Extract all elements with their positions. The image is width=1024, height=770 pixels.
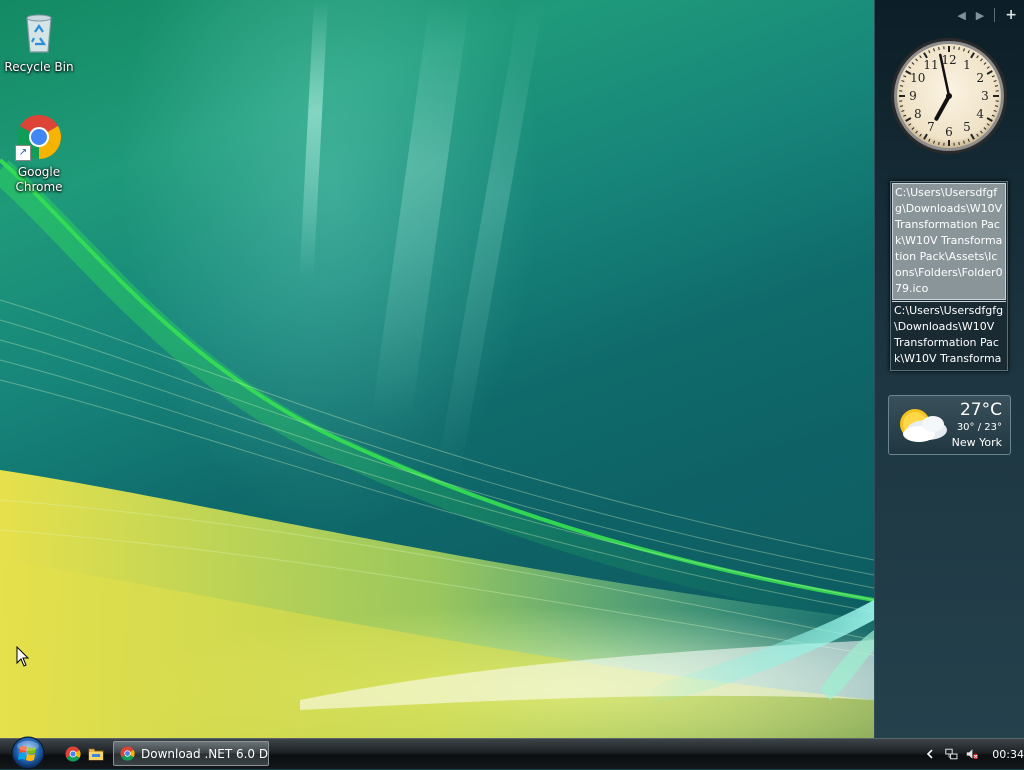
clock-numeral: 6	[945, 125, 953, 139]
clock-numeral: 4	[976, 107, 984, 121]
windows-sidebar: ◀ ▶ + 121234567891011 C:\Users\Usersdfgf…	[874, 0, 1024, 738]
chevron-left-icon[interactable]	[924, 746, 937, 762]
slideshow-gadget[interactable]: C:\Users\Usersdfgfg\Downloads\W10V Trans…	[890, 181, 1008, 371]
mouse-pointer-icon	[16, 646, 30, 668]
shortcut-arrow-icon: ↗	[15, 145, 31, 161]
wallpaper-aurora	[0, 0, 874, 738]
slideshow-path-selected: C:\Users\Usersdfgfg\Downloads\W10V Trans…	[892, 183, 1006, 300]
clock-numeral: 8	[914, 107, 922, 121]
desktop-icon-label: Google Chrome	[1, 165, 77, 195]
recycle-bin-icon	[15, 8, 63, 56]
clock-numeral: 11	[923, 58, 938, 72]
taskbar-button-label: Download .NET 6.0 D...	[141, 747, 268, 761]
clock-tick	[959, 47, 960, 50]
tray-clock[interactable]: 00:34	[992, 748, 1024, 761]
clock-tick	[939, 47, 940, 50]
taskbar-button-chrome-window[interactable]: Download .NET 6.0 D...	[113, 741, 269, 766]
clock-numeral: 10	[910, 71, 925, 85]
clock-tick	[995, 86, 998, 87]
sidebar-controls: ◀ ▶ +	[957, 6, 1017, 24]
partly-cloudy-icon	[893, 402, 951, 448]
weather-gadget[interactable]: 27°C 30° / 23° New York	[888, 395, 1011, 455]
volume-muted-icon[interactable]	[966, 746, 979, 762]
chrome-icon: ↗	[15, 113, 63, 161]
clock-numeral: 1	[963, 58, 971, 72]
desktop-icon-recycle-bin[interactable]: Recycle Bin	[1, 8, 77, 75]
clock-numeral: 9	[909, 89, 917, 103]
weather-city: New York	[952, 436, 1002, 449]
clock-numeral: 7	[927, 120, 935, 134]
sidebar-separator	[994, 8, 995, 22]
add-gadget-button[interactable]: +	[1005, 7, 1017, 23]
quick-launch-file-explorer-icon[interactable]	[88, 746, 104, 762]
clock-numeral: 3	[981, 89, 989, 103]
weather-temperature: 27°C	[960, 400, 1002, 420]
weather-range: 30° / 23°	[957, 422, 1002, 433]
clock-gadget[interactable]: 121234567891011	[889, 36, 1009, 156]
clock-tick	[959, 142, 960, 145]
windows-start-orb-icon[interactable]	[7, 736, 49, 770]
clock-numeral: 5	[963, 120, 971, 134]
system-tray: 00:34	[914, 739, 1024, 769]
clock-numeral: 2	[976, 71, 984, 85]
clock-tick	[900, 86, 903, 87]
clock-tick	[939, 142, 940, 145]
taskbar: Download .NET 6.0 D... 00:34	[0, 738, 1024, 769]
desktop-icon-google-chrome[interactable]: ↗ Google Chrome	[1, 113, 77, 195]
desktop-icon-label: Recycle Bin	[1, 60, 77, 75]
clock-tick	[900, 106, 903, 107]
clock-tick	[995, 106, 998, 107]
chrome-icon	[120, 746, 135, 761]
sidebar-next-icon[interactable]: ▶	[976, 9, 984, 22]
quick-launch-chrome-icon[interactable]	[65, 746, 81, 762]
desktop[interactable]: Recycle Bin ↗ Google Chrome	[0, 0, 874, 738]
sidebar-prev-icon[interactable]: ◀	[957, 9, 965, 22]
slideshow-path-next: C:\Users\Usersdfgfg\Downloads\W10V Trans…	[892, 301, 1006, 370]
network-icon[interactable]	[945, 746, 958, 762]
